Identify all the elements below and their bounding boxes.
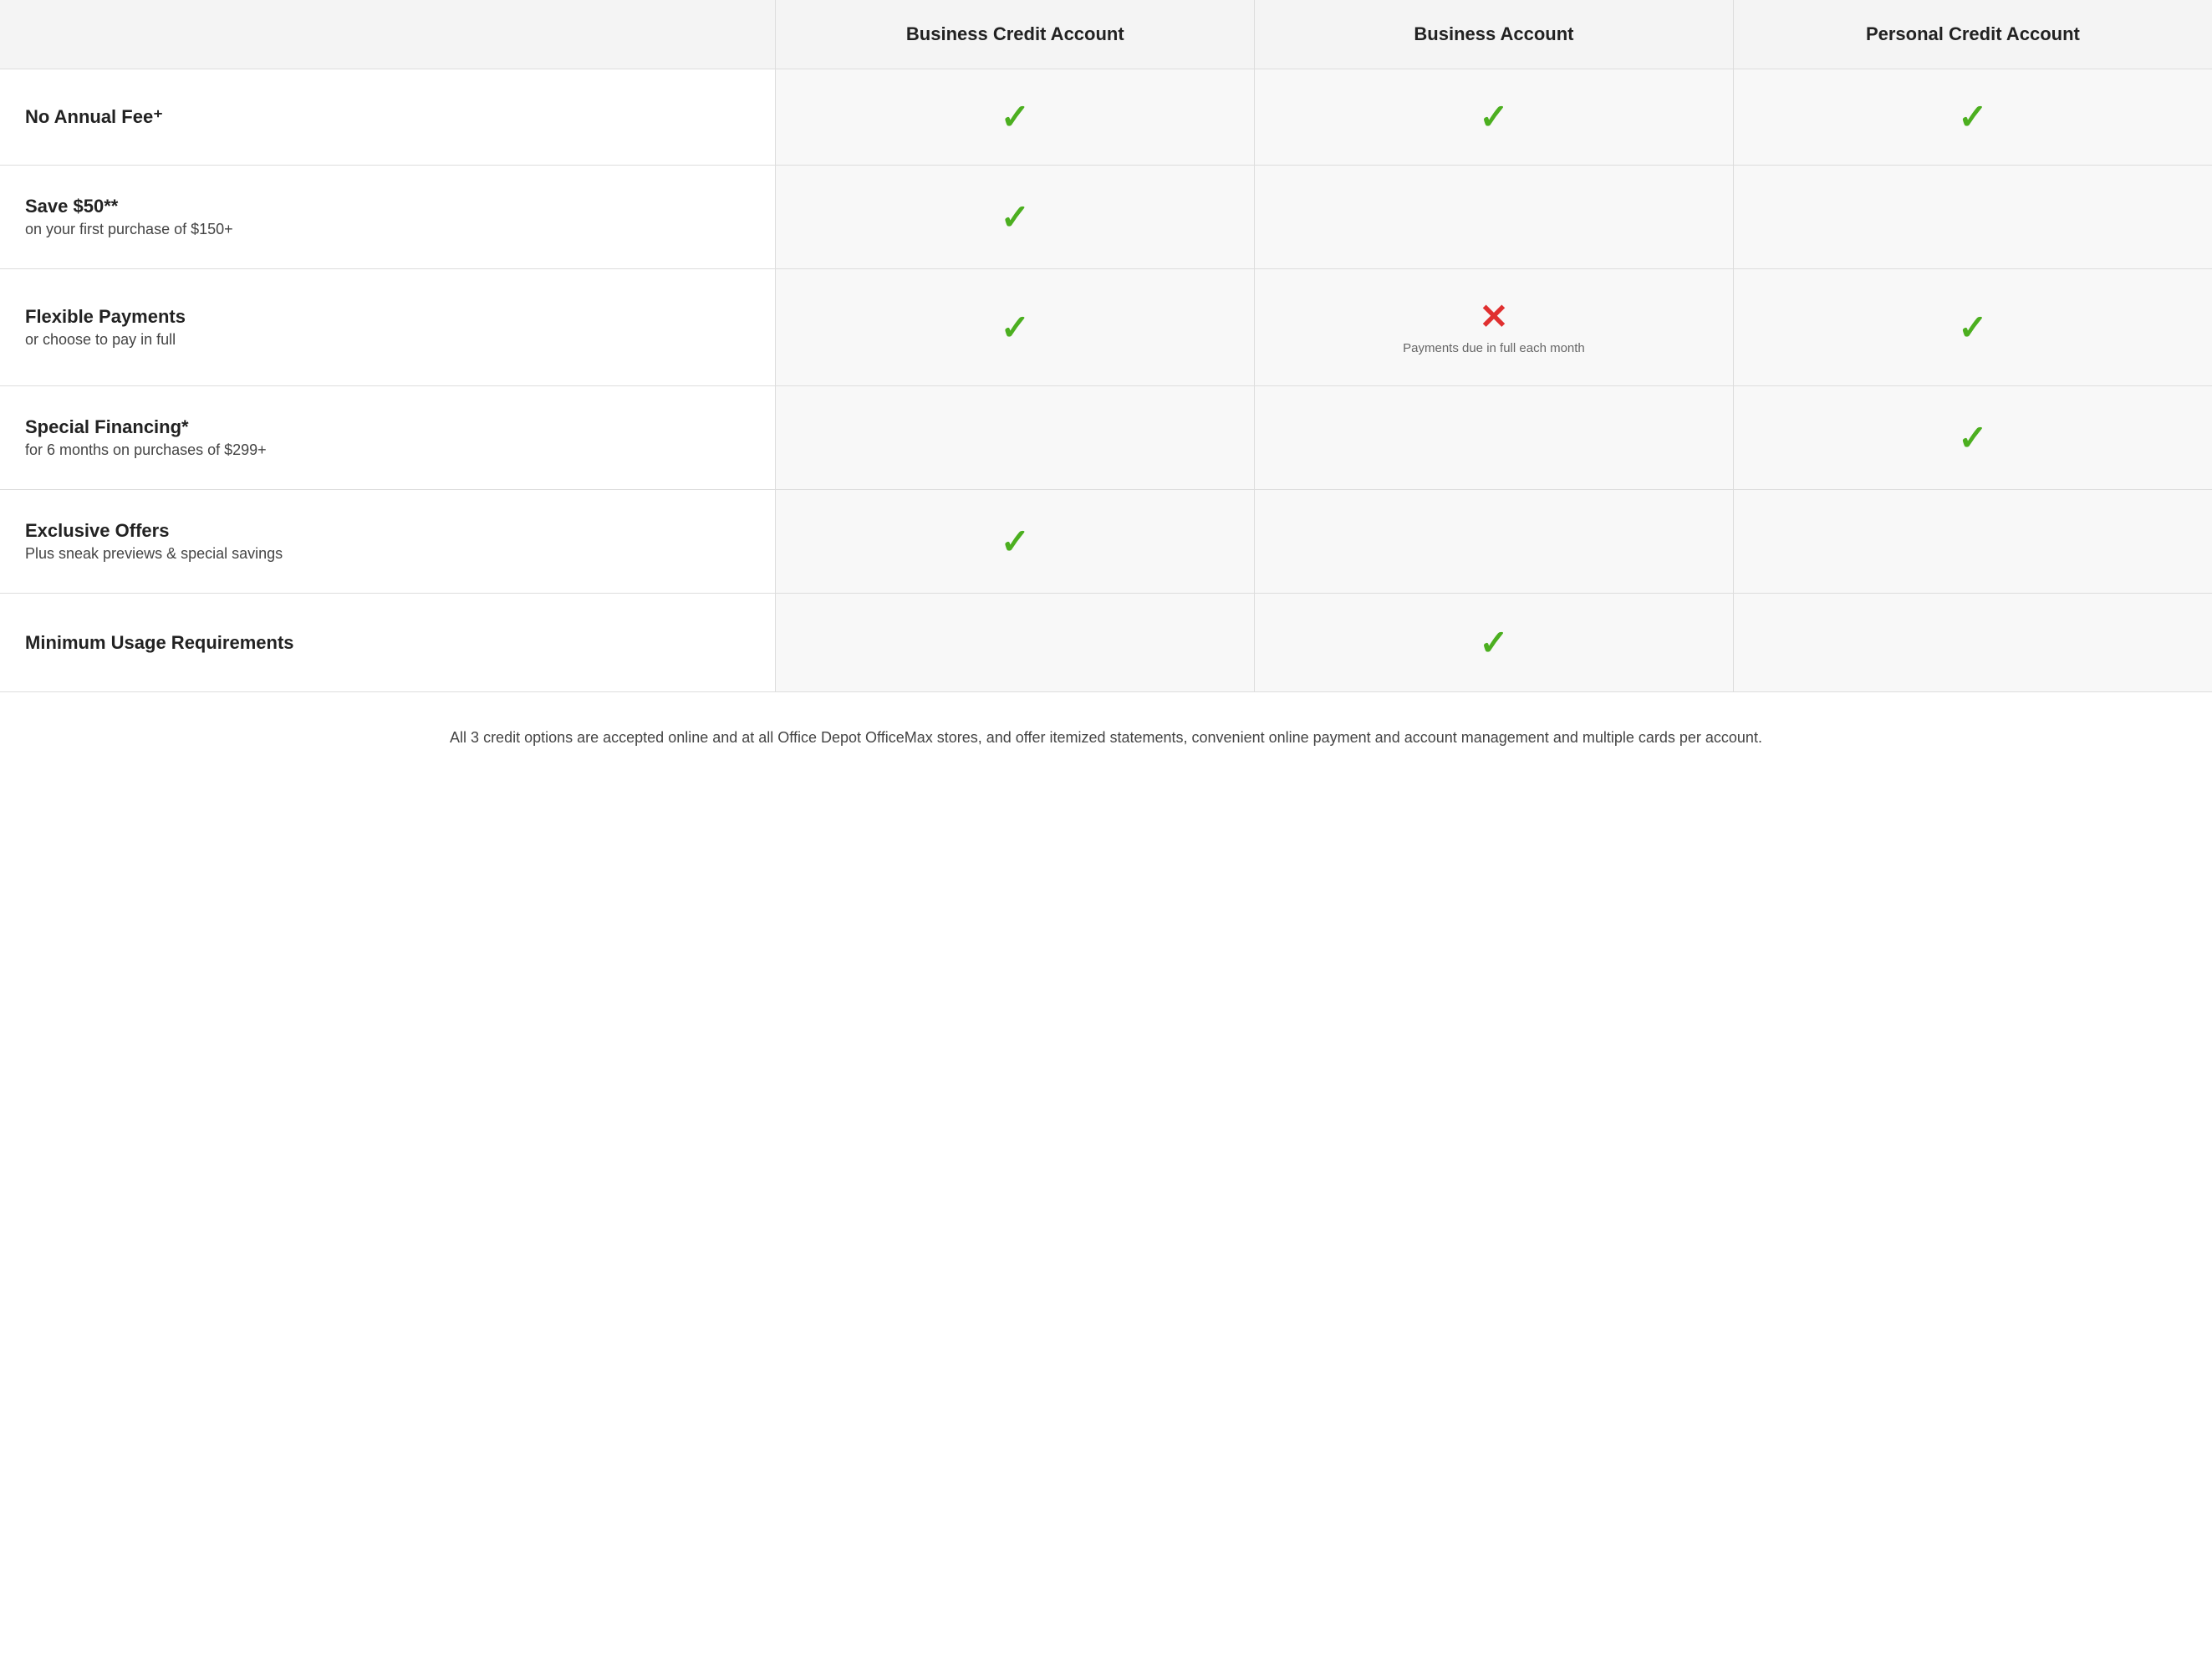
empty-cell [1956, 624, 1990, 657]
empty-cell [998, 419, 1032, 452]
feature-label-minimum-usage: Minimum Usage Requirements [0, 594, 776, 692]
row-save-50: Save $50** on your first purchase of $150… [0, 166, 2212, 269]
row-minimum-usage: Minimum Usage Requirements ✓ [0, 594, 2212, 692]
feature-label-save-50: Save $50** on your first purchase of $150… [0, 166, 776, 269]
cell-exclusive-offers-col4 [1733, 490, 2212, 594]
cell-no-annual-fee-col4: ✓ [1733, 69, 2212, 166]
cell-flexible-payments-col2: ✓ [776, 269, 1255, 386]
cell-minimum-usage-col3: ✓ [1255, 594, 1734, 692]
empty-cell [1477, 198, 1511, 232]
feature-main-text: Minimum Usage Requirements [25, 632, 750, 654]
cell-special-financing-col2 [776, 386, 1255, 490]
comparison-table: Business Credit Account Business Account… [0, 0, 2212, 691]
cell-flexible-payments-col4: ✓ [1733, 269, 2212, 386]
checkmark-icon: ✓ [1958, 308, 1987, 347]
feature-main-text: Save $50** [25, 196, 750, 217]
feature-sub-text: on your first purchase of $150+ [25, 221, 750, 238]
empty-cell [1956, 198, 1990, 232]
empty-cell [1477, 523, 1511, 556]
header-feature-col [0, 0, 776, 69]
feature-label-special-financing: Special Financing* for 6 months on purcha… [0, 386, 776, 490]
feature-sub-text: for 6 months on purchases of $299+ [25, 441, 750, 459]
feature-main-text: No Annual Fee⁺ [25, 106, 750, 128]
row-special-financing: Special Financing* for 6 months on purcha… [0, 386, 2212, 490]
cell-note: Payments due in full each month [1280, 341, 1708, 355]
cell-minimum-usage-col2 [776, 594, 1255, 692]
row-no-annual-fee: No Annual Fee⁺ ✓ ✓ ✓ [0, 69, 2212, 166]
row-exclusive-offers: Exclusive Offers Plus sneak previews & sp… [0, 490, 2212, 594]
cell-special-financing-col3 [1255, 386, 1734, 490]
empty-cell [1956, 523, 1990, 556]
empty-cell [998, 624, 1032, 657]
row-flexible-payments: Flexible Payments or choose to pay in ful… [0, 269, 2212, 386]
footer-note: All 3 credit options are accepted online… [0, 691, 2212, 783]
cell-minimum-usage-col4 [1733, 594, 2212, 692]
checkmark-icon: ✓ [1001, 522, 1030, 561]
cell-special-financing-col4: ✓ [1733, 386, 2212, 490]
feature-sub-text: Plus sneak previews & special savings [25, 545, 750, 563]
cell-save-50-col2: ✓ [776, 166, 1255, 269]
cell-exclusive-offers-col3 [1255, 490, 1734, 594]
cell-no-annual-fee-col2: ✓ [776, 69, 1255, 166]
cell-flexible-payments-col3: ✕ Payments due in full each month [1255, 269, 1734, 386]
header-row: Business Credit Account Business Account… [0, 0, 2212, 69]
checkmark-icon: ✓ [1479, 97, 1508, 136]
feature-sub-text: or choose to pay in full [25, 331, 750, 349]
header-personal-credit: Personal Credit Account [1733, 0, 2212, 69]
cell-no-annual-fee-col3: ✓ [1255, 69, 1734, 166]
feature-label-flexible-payments: Flexible Payments or choose to pay in ful… [0, 269, 776, 386]
checkmark-icon: ✓ [1001, 308, 1030, 347]
cross-icon: ✕ [1479, 297, 1508, 336]
checkmark-icon: ✓ [1958, 97, 1987, 136]
header-business-credit: Business Credit Account [776, 0, 1255, 69]
empty-cell [1477, 419, 1511, 452]
cell-save-50-col3 [1255, 166, 1734, 269]
checkmark-icon: ✓ [1479, 623, 1508, 662]
checkmark-icon: ✓ [1001, 97, 1030, 136]
checkmark-icon: ✓ [1958, 418, 1987, 457]
cell-exclusive-offers-col2: ✓ [776, 490, 1255, 594]
feature-label-exclusive-offers: Exclusive Offers Plus sneak previews & sp… [0, 490, 776, 594]
header-business-account: Business Account [1255, 0, 1734, 69]
feature-main-text: Exclusive Offers [25, 520, 750, 542]
cell-save-50-col4 [1733, 166, 2212, 269]
feature-main-text: Special Financing* [25, 416, 750, 438]
checkmark-icon: ✓ [1001, 197, 1030, 237]
feature-main-text: Flexible Payments [25, 306, 750, 328]
feature-label-no-annual-fee: No Annual Fee⁺ [0, 69, 776, 166]
